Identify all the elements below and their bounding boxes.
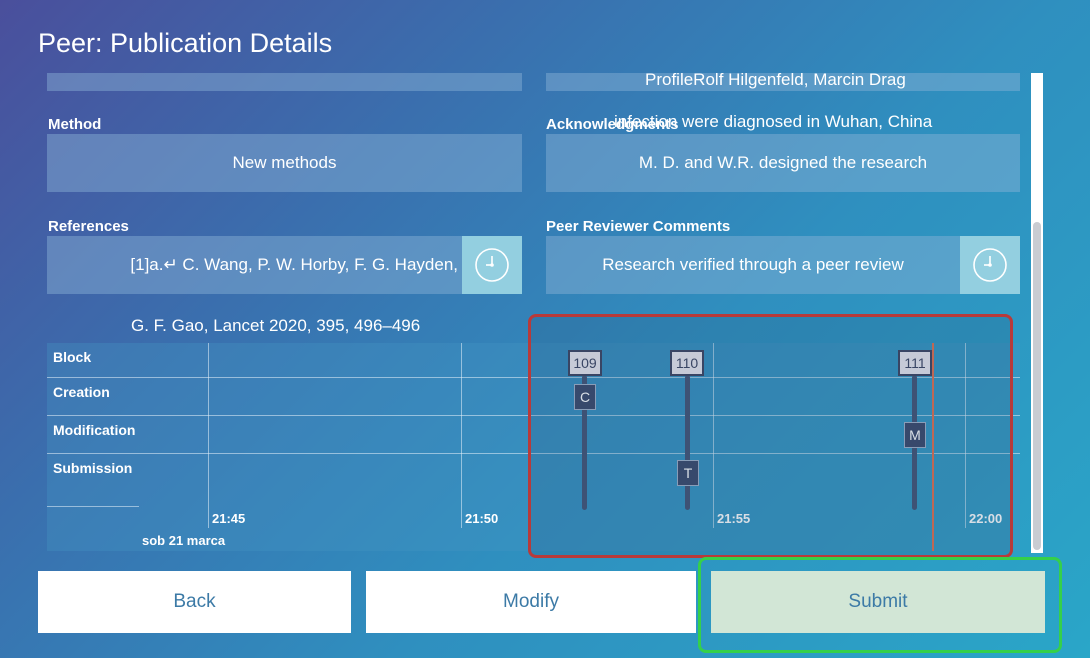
tick-label: 21:50 [465,511,499,526]
references-overflow-text: G. F. Gao, Lancet 2020, 395, 496–496 [131,316,421,335]
timeline-row-block: Block [53,349,92,365]
peer-comments-label: Peer Reviewer Comments [546,218,731,235]
highlight-box-red [528,314,1013,558]
clock-icon [973,248,1007,282]
timeline-row-modification: Modification [53,422,136,438]
references-field[interactable]: [1]a.↵ C. Wang, P. W. Horby, F. G. Hayde… [47,236,462,294]
modify-button[interactable]: Modify [366,571,696,633]
acknowledgments-field[interactable]: M. D. and W.R. designed the research [546,134,1020,192]
timeline-date-label: sob 21 marca [142,533,226,548]
top-left-field[interactable] [47,73,522,91]
row-divider [47,506,139,507]
method-label: Method [48,116,102,133]
peer-comments-field[interactable]: Research verified through a peer review [546,236,960,294]
grid-line [208,343,209,528]
acknowledgments-overflow-text: infection were diagnosed in Wuhan, China [614,112,933,131]
submit-button[interactable]: Submit [711,571,1045,633]
page-title: Peer: Publication Details [38,28,333,58]
references-field-text: [1]a.↵ C. Wang, P. W. Horby, F. G. Hayde… [130,255,458,274]
tick-label: 21:45 [212,511,246,526]
clock-icon [475,248,509,282]
timeline-row-submission: Submission [53,460,133,476]
grid-line [461,343,462,528]
back-button[interactable]: Back [38,571,351,633]
references-label: References [48,218,129,235]
timeline-row-creation: Creation [53,384,110,400]
references-history-button[interactable] [462,236,522,294]
method-field[interactable]: New methods [47,134,522,192]
top-right-field-text: ProfileRolf Hilgenfeld, Marcin Drag [645,70,906,89]
scrollbar-thumb[interactable] [1033,222,1041,550]
peer-comments-history-button[interactable] [960,236,1020,294]
